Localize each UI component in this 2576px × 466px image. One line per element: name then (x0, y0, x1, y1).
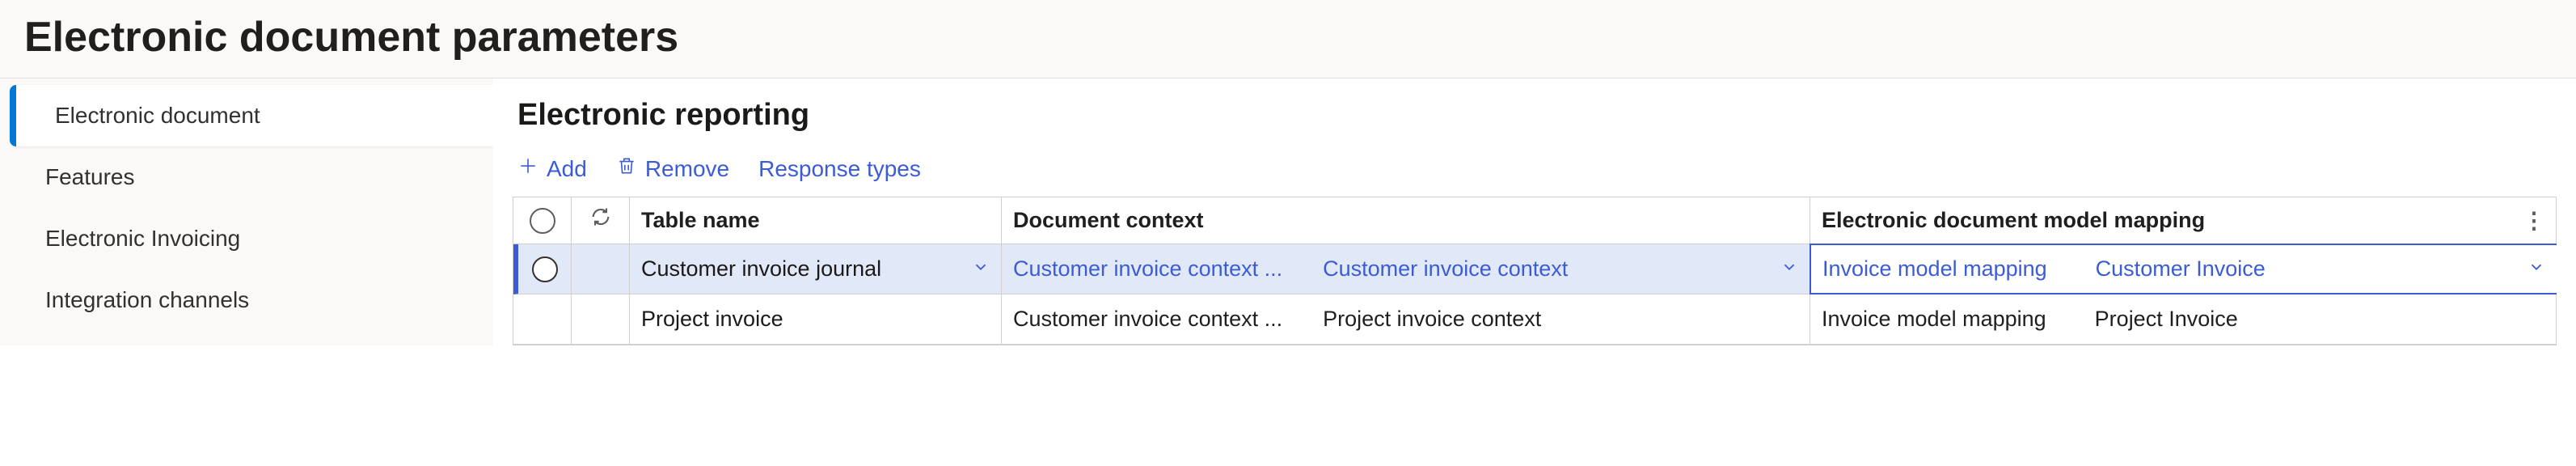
sidebar-item-electronic-invoicing[interactable]: Electronic Invoicing (0, 208, 493, 269)
page-title: Electronic document parameters (24, 13, 2552, 61)
cell-value-primary: Customer invoice context ... (1013, 255, 1282, 283)
remove-button-label: Remove (645, 156, 729, 182)
add-button-label: Add (547, 156, 587, 182)
grid: Table name Document context Electronic d… (513, 197, 2557, 345)
response-types-label: Response types (758, 156, 921, 182)
sidebar-item-label: Features (45, 164, 135, 189)
col-header-label: Electronic document model mapping (1822, 206, 2205, 235)
trash-icon (616, 155, 637, 182)
chevron-down-icon (1780, 255, 1798, 283)
cell-value-secondary: Customer Invoice (2096, 255, 2266, 283)
col-header-table-name[interactable]: Table name (630, 197, 1002, 244)
cell-document-context[interactable]: Customer invoice context ... Project inv… (1002, 294, 1810, 344)
cell-value-secondary: Project invoice context (1323, 305, 1541, 333)
row-selector[interactable] (513, 294, 572, 344)
cell-value-secondary: Customer invoice context (1323, 255, 1568, 283)
more-icon[interactable]: ⋮ (2523, 218, 2544, 223)
main-content: Electronic reporting Add Remove Response… (493, 78, 2576, 345)
circle-icon (532, 256, 558, 282)
col-header-label: Table name (641, 206, 760, 235)
section-title: Electronic reporting (513, 98, 2557, 133)
cell-table-name[interactable]: Project invoice (630, 294, 1002, 344)
add-button[interactable]: Add (517, 155, 587, 182)
sidebar-item-integration-channels[interactable]: Integration channels (0, 269, 493, 331)
table-row[interactable]: Project invoice Customer invoice context… (513, 294, 2556, 345)
layout: Electronic document Features Electronic … (0, 78, 2576, 345)
grid-header: Table name Document context Electronic d… (513, 197, 2556, 244)
col-header-model-mapping[interactable]: Electronic document model mapping ⋮ (1810, 197, 2556, 244)
cell-value: Project invoice (641, 305, 783, 333)
cell-model-mapping[interactable]: Invoice model mapping Customer Invoice (1810, 244, 2557, 294)
col-header-document-context[interactable]: Document context (1002, 197, 1810, 244)
sidebar-item-features[interactable]: Features (0, 146, 493, 208)
plus-icon (517, 155, 538, 182)
sidebar-item-electronic-document[interactable]: Electronic document (10, 85, 493, 146)
cell-value: Customer invoice journal (641, 255, 881, 283)
cell-document-context[interactable]: Customer invoice context ... Customer in… (1002, 244, 1810, 294)
cell-value-primary: Customer invoice context ... (1013, 305, 1282, 333)
sidebar: Electronic document Features Electronic … (0, 78, 493, 345)
circle-icon (530, 208, 555, 234)
row-status (572, 244, 630, 294)
col-header-label: Document context (1013, 206, 1204, 235)
page-header: Electronic document parameters (0, 0, 2576, 78)
cell-table-name[interactable]: Customer invoice journal (630, 244, 1002, 294)
cell-value-secondary: Project Invoice (2095, 305, 2238, 333)
cell-value-primary: Invoice model mapping (1822, 305, 2046, 333)
chevron-down-icon (972, 255, 990, 283)
sidebar-item-label: Electronic document (55, 103, 260, 128)
toolbar: Add Remove Response types (513, 155, 2557, 182)
sidebar-item-label: Integration channels (45, 287, 249, 312)
sidebar-item-label: Electronic Invoicing (45, 226, 240, 251)
row-selector[interactable] (518, 244, 572, 294)
cell-model-mapping[interactable]: Invoice model mapping Project Invoice (1810, 294, 2556, 344)
table-row[interactable]: Customer invoice journal Customer invoic… (513, 244, 2556, 294)
row-status (572, 294, 630, 344)
chevron-down-icon (2527, 255, 2545, 283)
col-header-refresh[interactable] (572, 197, 630, 244)
col-header-select-all[interactable] (513, 197, 572, 244)
remove-button[interactable]: Remove (616, 155, 729, 182)
response-types-button[interactable]: Response types (758, 156, 921, 182)
refresh-icon (589, 205, 612, 235)
cell-value-primary: Invoice model mapping (1822, 255, 2047, 283)
